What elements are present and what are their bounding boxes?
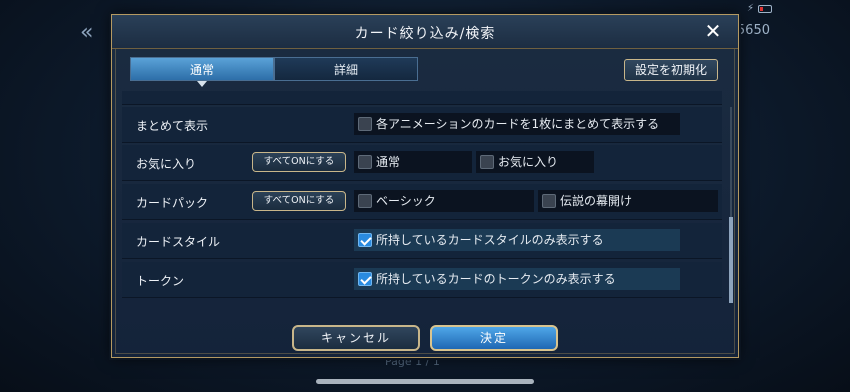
row-label: お気に入り — [136, 157, 197, 171]
row-label: カードパック — [136, 196, 209, 210]
option-label: 各アニメーションのカードを1枚にまとめて表示する — [376, 117, 660, 131]
list-item-card-style: カードスタイル 所持しているカードスタイルのみ表示する — [122, 223, 722, 259]
battery-icon — [758, 5, 772, 13]
currency-count: 5650 — [736, 23, 770, 38]
checkbox[interactable] — [542, 194, 556, 208]
option-group-by-animation[interactable]: 各アニメーションのカードを1枚にまとめて表示する — [354, 113, 680, 135]
option-favorite[interactable]: お気に入り — [476, 151, 594, 173]
option-legend-dawn[interactable]: 伝説の幕開け — [538, 190, 718, 212]
charging-icon: ⚡ — [746, 3, 754, 14]
back-arrow-icon[interactable]: « — [80, 20, 93, 45]
checkbox-checked[interactable] — [358, 233, 372, 247]
cancel-button[interactable]: キャンセル — [292, 325, 420, 351]
checkbox[interactable] — [358, 194, 372, 208]
checkbox[interactable] — [358, 155, 372, 169]
checkbox[interactable] — [480, 155, 494, 169]
filter-list[interactable]: まとめて表示 各アニメーションのカードを1枚にまとめて表示する お気に入り すべ… — [122, 91, 724, 301]
option-normal[interactable]: 通常 — [354, 151, 472, 173]
all-on-button-favorites[interactable]: すべてONにする — [252, 152, 346, 172]
option-label: 所持しているカードスタイルのみ表示する — [376, 233, 604, 247]
scrollbar-thumb[interactable] — [729, 217, 733, 303]
dialog-title: カード絞り込み/検索 — [354, 26, 496, 42]
list-item-card-pack: カードパック すべてONにする ベーシック 伝説の幕開け — [122, 184, 722, 220]
reset-settings-button[interactable]: 設定を初期化 — [624, 59, 718, 81]
option-label: ベーシック — [376, 194, 436, 208]
row-label: まとめて表示 — [136, 119, 209, 133]
option-owned-token[interactable]: 所持しているカードのトークンのみ表示する — [354, 268, 680, 290]
tab-detail[interactable]: 詳細 — [274, 57, 418, 81]
list-item-group-display: まとめて表示 各アニメーションのカードを1枚にまとめて表示する — [122, 107, 722, 143]
filter-search-dialog: カード絞り込み/検索 ✕ 通常 詳細 設定を初期化 まとめて表示 各アニメーショ… — [111, 14, 739, 358]
option-label: 伝説の幕開け — [560, 194, 633, 208]
option-label: お気に入り — [498, 155, 559, 169]
checkbox[interactable] — [358, 117, 372, 131]
all-on-button-card-pack[interactable]: すべてONにする — [252, 191, 346, 211]
row-label: カードスタイル — [136, 235, 221, 249]
option-owned-card-style[interactable]: 所持しているカードスタイルのみ表示する — [354, 229, 680, 251]
tab-normal[interactable]: 通常 — [130, 57, 274, 87]
option-basic[interactable]: ベーシック — [354, 190, 534, 212]
home-indicator[interactable] — [316, 379, 534, 384]
row-label: トークン — [136, 274, 185, 288]
close-icon[interactable]: ✕ — [702, 20, 724, 42]
list-item-favorites: お気に入り すべてONにする 通常 お気に入り — [122, 145, 722, 181]
dialog-title-bar: カード絞り込み/検索 ✕ — [112, 15, 738, 49]
confirm-button[interactable]: 決定 — [430, 325, 558, 351]
option-label: 通常 — [376, 155, 401, 169]
list-row-partial — [122, 91, 722, 105]
list-item-token: トークン 所持しているカードのトークンのみ表示する — [122, 262, 722, 298]
checkbox-checked[interactable] — [358, 272, 372, 286]
option-label: 所持しているカードのトークンのみ表示する — [376, 272, 616, 286]
